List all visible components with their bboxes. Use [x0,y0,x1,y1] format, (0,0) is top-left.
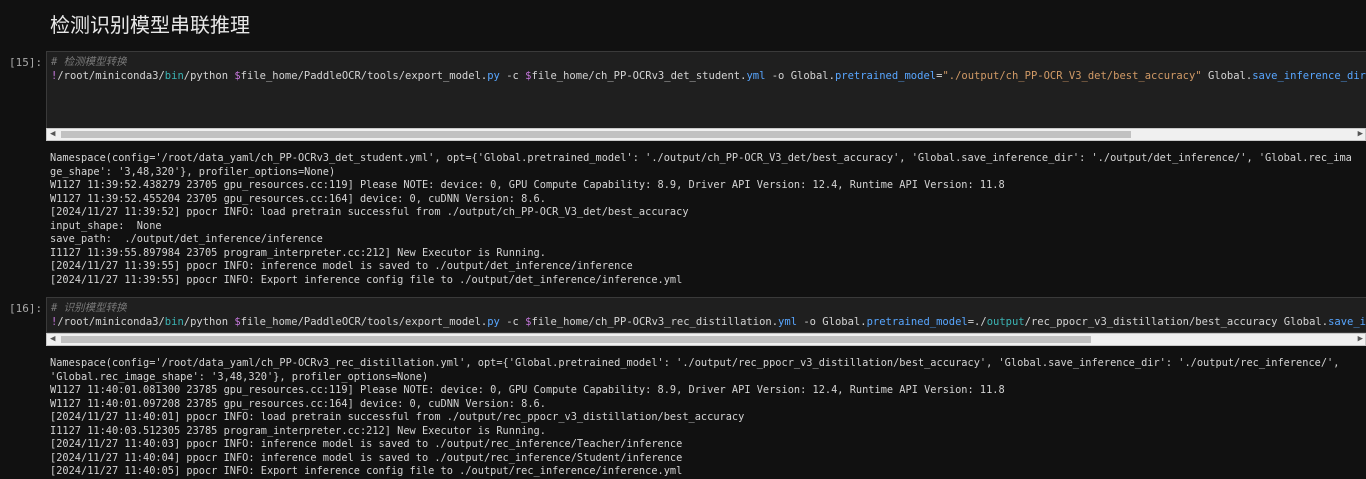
code-token: file_home/ch_PP-OCRv3_rec_distillation. [531,316,779,328]
output-line: 'Global.rec_image_shape': '3,48,320'}, p… [50,370,429,383]
output-line: ge_shape': '3,48,320'}, profiler_options… [50,165,336,178]
code-token: save_inference_dir [1252,70,1366,82]
code-token: yml [778,316,798,328]
code-line: !/root/miniconda3/bin/python $file_home/… [51,316,1366,329]
code-token: bin [164,70,184,82]
code-token: -c [499,316,526,328]
code-token: =./ [967,316,987,328]
code-comment: # 识别模型转换 [51,302,127,314]
code-token: /python [183,70,235,82]
scroll-right-arrow-icon[interactable]: ▶ [1358,129,1363,140]
output-line: W1127 11:39:52.455204 23705 gpu_resource… [50,192,546,205]
scroll-left-arrow-icon[interactable]: ◀ [50,129,55,140]
code-token: -c [499,70,526,82]
output-line: [2024/11/27 11:39:52] ppocr INFO: load p… [50,206,689,218]
scrollbar-thumb[interactable] [61,336,1091,343]
output-line: I1127 11:39:55.897984 23705 program_inte… [50,246,546,259]
horizontal-scrollbar[interactable]: ◀ ▶ [46,333,1366,346]
output-line: Namespace(config='/root/data_yaml/ch_PP-… [50,152,1352,164]
cell-output: Namespace(config='/root/data_yaml/ch_PP-… [50,357,1339,479]
code-token: file_home/PaddleOCR/tools/export_model. [240,316,488,328]
section-heading: 检测识别模型串联推理 [50,13,250,37]
code-token: py [487,316,500,328]
code-token: /python [183,316,235,328]
output-line: W1127 11:39:52.438279 23705 gpu_resource… [50,179,1005,191]
code-token: pretrained_model [866,316,968,328]
code-cell-input[interactable]: # 识别模型转换 !/root/miniconda3/bin/python $f… [46,297,1366,333]
code-token: "./output/ch_PP-OCR_V3_det/best_accuracy… [942,70,1202,82]
code-token: /root/miniconda3/ [57,316,165,328]
output-line: I1127 11:40:03.512305 23785 program_inte… [50,424,546,437]
scroll-right-arrow-icon[interactable]: ▶ [1358,334,1363,345]
code-cell-input[interactable]: # 检测模型转换 !/root/miniconda3/bin/python $f… [46,51,1366,129]
code-comment: # 检测模型转换 [51,56,127,68]
code-token: pretrained_model [834,70,937,82]
code-token: yml [746,70,766,82]
code-token: bin [164,316,184,328]
horizontal-scrollbar[interactable]: ◀ ▶ [46,128,1366,141]
output-line: input_shape: None [50,219,162,232]
code-token: file_home/PaddleOCR/tools/export_model. [240,70,488,82]
output-line: [2024/11/27 11:40:01] ppocr INFO: load p… [50,411,745,423]
output-line: [2024/11/27 11:40:03] ppocr INFO: infere… [50,438,683,450]
output-line: [2024/11/27 11:39:55] ppocr INFO: infere… [50,260,633,272]
code-token: /rec_ppocr_v3_distillation/best_accuracy… [1024,316,1329,328]
code-token: py [487,70,500,82]
code-line: !/root/miniconda3/bin/python $file_home/… [51,70,1366,83]
cell-prompt: [16]: [9,302,43,315]
scroll-left-arrow-icon[interactable]: ◀ [50,334,55,345]
code-token: save_infe [1328,316,1366,328]
cell-output: Namespace(config='/root/data_yaml/ch_PP-… [50,152,1352,287]
code-token: -o Global. [797,316,867,328]
output-line: save_path: ./output/det_inference/infere… [50,233,323,245]
output-line: [2024/11/27 11:39:55] ppocr INFO: Export… [50,273,683,286]
code-token: /root/miniconda3/ [57,70,165,82]
code-token: file_home/ch_PP-OCRv3_det_student. [531,70,747,82]
cell-prompt: [15]: [9,56,43,69]
output-line: Namespace(config='/root/data_yaml/ch_PP-… [50,357,1340,369]
code-token: Global. [1201,70,1253,82]
code-token: -o Global. [765,70,835,82]
scrollbar-thumb[interactable] [61,131,1131,138]
output-line: W1127 11:40:01.097208 23785 gpu_resource… [50,397,546,410]
output-line: [2024/11/27 11:40:04] ppocr INFO: infere… [50,451,683,464]
output-line: [2024/11/27 11:40:05] ppocr INFO: Export… [50,465,683,477]
output-line: W1127 11:40:01.081300 23785 gpu_resource… [50,384,1005,396]
code-token: output [986,316,1025,328]
